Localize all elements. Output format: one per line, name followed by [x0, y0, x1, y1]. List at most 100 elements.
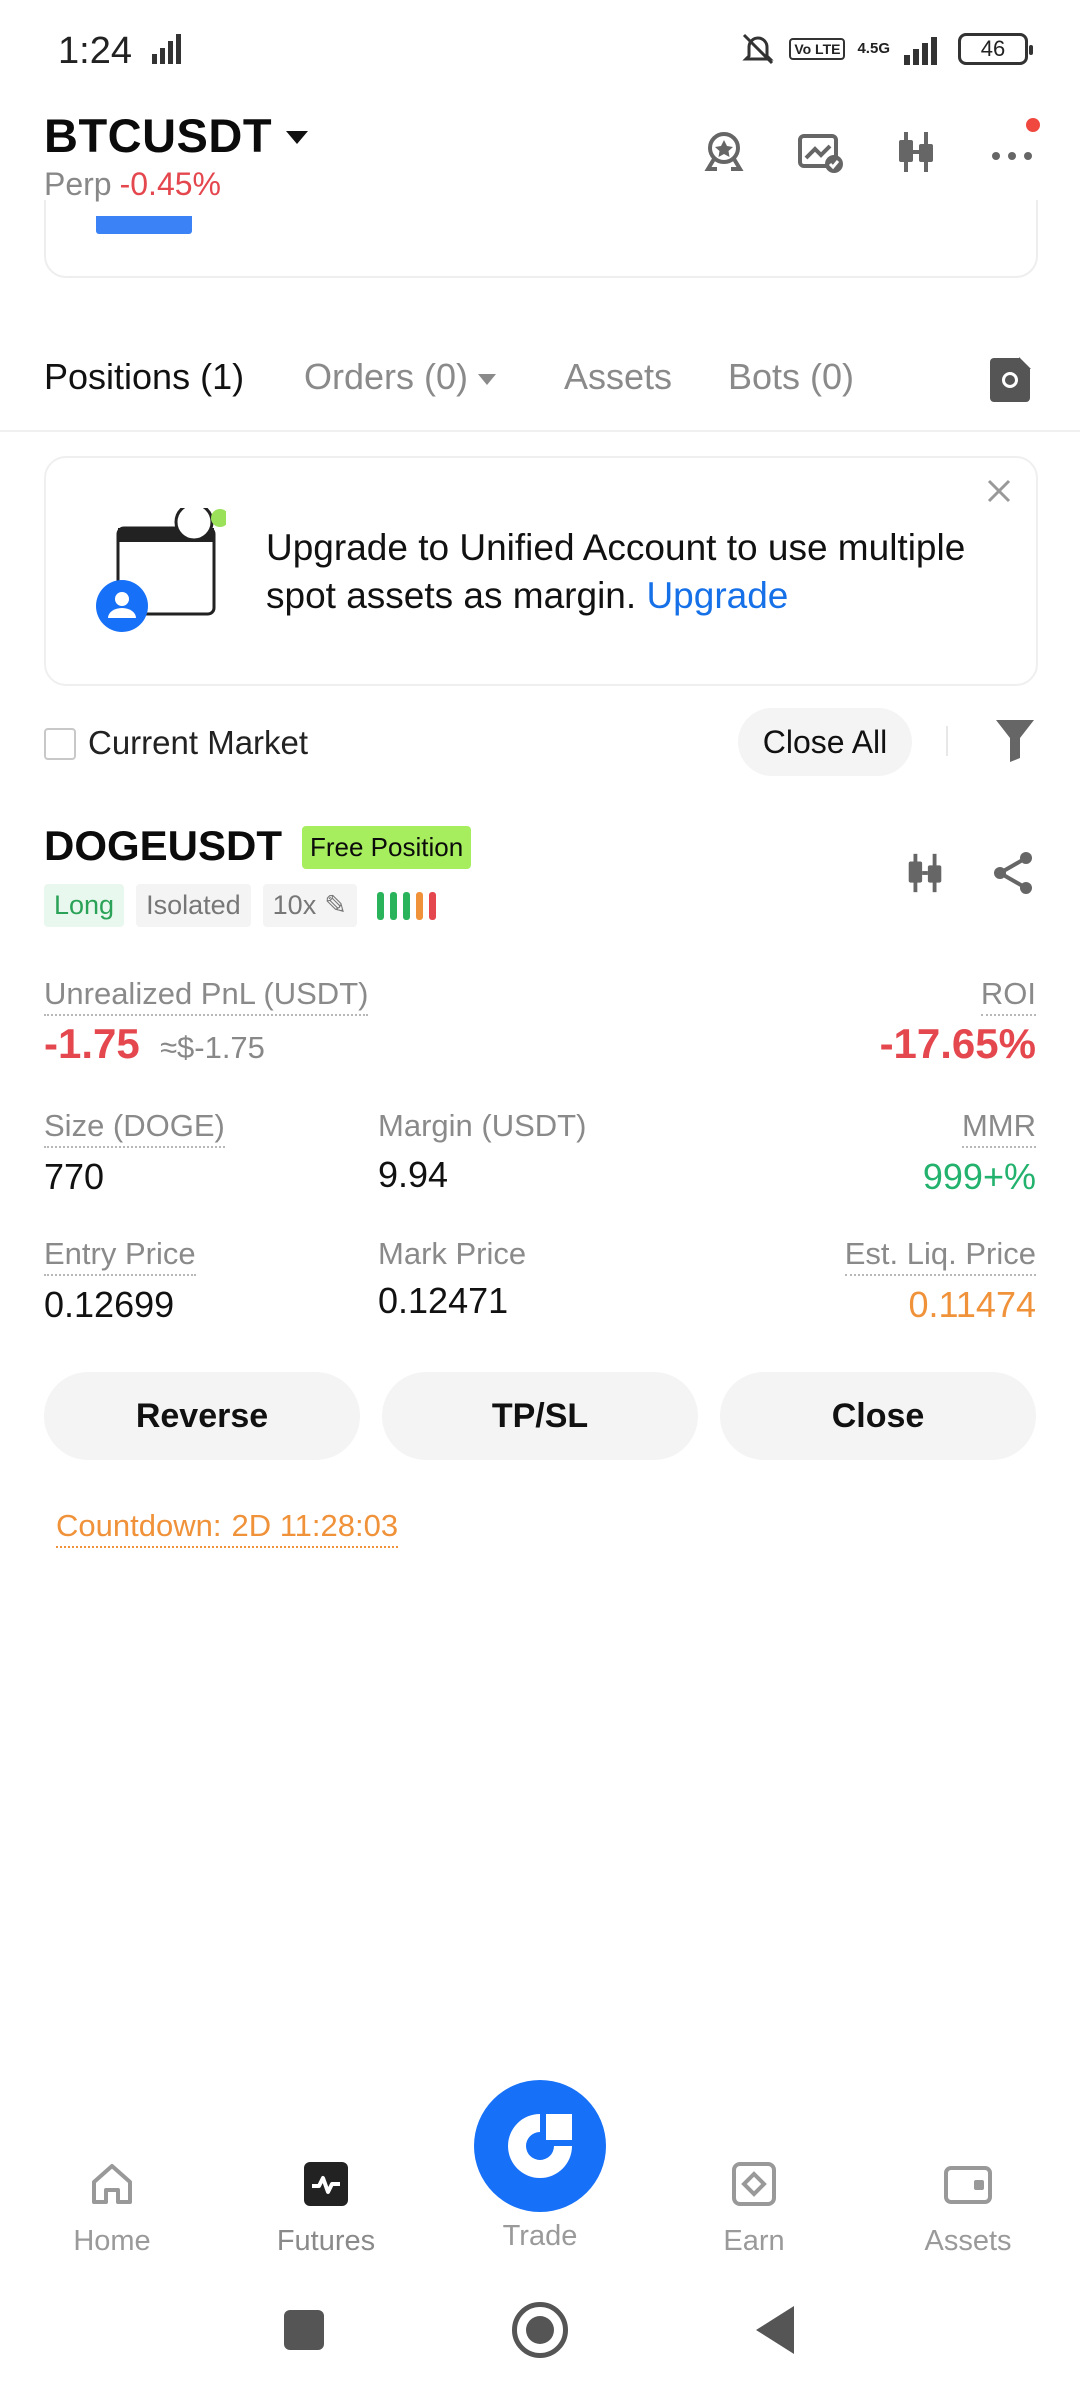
countdown[interactable]: Countdown: 2D 11:28:03	[56, 1508, 399, 1548]
status-bar: 1:24 Vo LTE 4.5G 46	[0, 0, 1080, 100]
nav-assets-label: Assets	[924, 2225, 1012, 2257]
positions-tabs: Positions (1) Orders (0) Assets Bots (0)	[0, 340, 1080, 432]
home-icon	[92, 2164, 132, 2204]
margin-label: Margin (USDT)	[378, 1108, 587, 1143]
risk-bar	[415, 891, 423, 920]
margin-mode-tag: Isolated	[136, 884, 251, 927]
unrealized-pnl-label[interactable]: Unrealized PnL (USDT)	[44, 976, 369, 1016]
scrolled-card	[44, 200, 1038, 278]
badge-icon[interactable]	[700, 128, 748, 176]
mmr-value: 999+%	[922, 1156, 1036, 1197]
roi-label[interactable]: ROI	[980, 976, 1036, 1016]
tab-orders-label: Orders (0)	[304, 356, 469, 397]
nav-trade[interactable]: Trade	[460, 2160, 620, 2253]
futures-icon	[304, 2162, 348, 2206]
margin-value: 9.94	[378, 1154, 449, 1195]
candlestick-icon[interactable]	[892, 128, 940, 176]
roi-value: -17.65%	[879, 1020, 1036, 1067]
banner-message: Upgrade to Unified Account to use multip…	[266, 524, 1006, 620]
upgrade-link[interactable]: Upgrade	[646, 575, 788, 616]
reverse-button[interactable]: Reverse	[44, 1372, 360, 1460]
contract-type: Perp	[44, 166, 112, 202]
countdown-label: Countdown:	[56, 1508, 222, 1543]
liq-price-label[interactable]: Est. Liq. Price	[844, 1236, 1036, 1276]
history-document-icon[interactable]	[990, 357, 1031, 402]
battery-icon: 46	[958, 33, 1033, 65]
size-label[interactable]: Size (DOGE)	[44, 1108, 225, 1148]
filter-icon[interactable]	[994, 718, 1036, 764]
tpsl-button[interactable]: TP/SL	[382, 1372, 698, 1460]
scrolled-card-accent	[96, 216, 192, 234]
liq-price-value: 0.11474	[908, 1284, 1036, 1325]
chevron-down-icon	[478, 373, 497, 385]
unrealized-pnl-value: -1.75	[44, 1020, 140, 1067]
free-position-badge: Free Position	[302, 826, 472, 869]
nav-earn-label: Earn	[723, 2225, 785, 2257]
recents-icon[interactable]	[284, 2310, 324, 2350]
tab-positions[interactable]: Positions (1)	[44, 356, 244, 398]
contract-info: Perp -0.45%	[44, 166, 221, 203]
system-navigation	[0, 2290, 1080, 2400]
share-icon[interactable]	[990, 850, 1036, 896]
leverage-tag[interactable]: 10x ✎	[262, 884, 357, 927]
nav-futures[interactable]: Futures	[246, 2160, 406, 2258]
symbol-selector[interactable]: BTCUSDT	[44, 108, 309, 163]
chart-check-icon[interactable]	[796, 128, 844, 176]
mmr-label[interactable]: MMR	[961, 1108, 1036, 1148]
position-actions	[902, 850, 1036, 896]
edit-icon: ✎	[324, 890, 347, 920]
bottom-navigation: Home Futures Trade Earn Assets	[0, 2060, 1080, 2280]
status-time: 1:24	[58, 30, 132, 72]
risk-bar	[376, 891, 384, 920]
back-icon[interactable]	[756, 2306, 794, 2354]
nav-futures-label: Futures	[276, 2225, 376, 2257]
nav-home[interactable]: Home	[32, 2160, 192, 2258]
candlestick-icon[interactable]	[902, 850, 948, 896]
current-market-label[interactable]: Current Market	[88, 724, 308, 762]
tab-bots-label: Bots (0)	[728, 356, 855, 397]
leverage-value: 10x	[272, 890, 317, 920]
position-symbol[interactable]: DOGEUSDT	[44, 822, 282, 870]
nav-home-label: Home	[73, 2225, 151, 2257]
close-icon[interactable]	[984, 476, 1014, 506]
wallet-icon	[944, 2166, 992, 2204]
entry-price-value: 0.12699	[44, 1284, 175, 1325]
app-header: BTCUSDT Perp -0.45%	[0, 100, 1080, 210]
tab-orders[interactable]: Orders (0)	[304, 356, 497, 398]
bell-off-icon	[742, 33, 774, 65]
chevron-down-icon	[286, 131, 309, 144]
divider	[946, 726, 948, 756]
cell-signal-icon	[904, 37, 937, 65]
nav-earn[interactable]: Earn	[674, 2160, 834, 2258]
risk-bar	[402, 891, 410, 920]
upgrade-banner: Upgrade to Unified Account to use multip…	[44, 456, 1038, 686]
unrealized-pnl-usd: ≈$-1.75	[160, 1030, 265, 1065]
risk-bar	[389, 891, 397, 920]
price-change: -0.45%	[119, 166, 221, 202]
mark-price-label: Mark Price	[378, 1236, 527, 1271]
size-value: 770	[44, 1156, 105, 1197]
status-right: Vo LTE 4.5G 46	[739, 30, 1033, 68]
tab-bots[interactable]: Bots (0)	[728, 356, 854, 398]
battery-level: 46	[980, 36, 1006, 61]
tab-assets[interactable]: Assets	[564, 356, 672, 398]
volte-icon: Vo LTE	[789, 38, 846, 60]
close-position-button[interactable]: Close	[720, 1372, 1036, 1460]
unified-account-illustration-icon	[96, 508, 226, 632]
mark-price-value: 0.12471	[378, 1280, 509, 1321]
side-tag: Long	[44, 884, 125, 927]
risk-bar	[428, 891, 436, 920]
nav-assets[interactable]: Assets	[888, 2160, 1048, 2258]
more-icon[interactable]	[988, 118, 1040, 176]
banner-text: Upgrade to Unified Account to use multip…	[266, 527, 966, 616]
symbol-name: BTCUSDT	[44, 109, 273, 162]
entry-price-label[interactable]: Entry Price	[44, 1236, 196, 1276]
current-market-checkbox[interactable]	[44, 728, 76, 760]
tab-assets-label: Assets	[564, 356, 673, 397]
earn-icon	[732, 2162, 776, 2206]
nav-trade-label: Trade	[502, 2220, 578, 2252]
tab-positions-label: Positions (1)	[44, 356, 245, 397]
home-button-icon[interactable]	[512, 2302, 568, 2358]
countdown-value: 2D 11:28:03	[231, 1508, 399, 1543]
close-all-button[interactable]: Close All	[738, 708, 912, 776]
